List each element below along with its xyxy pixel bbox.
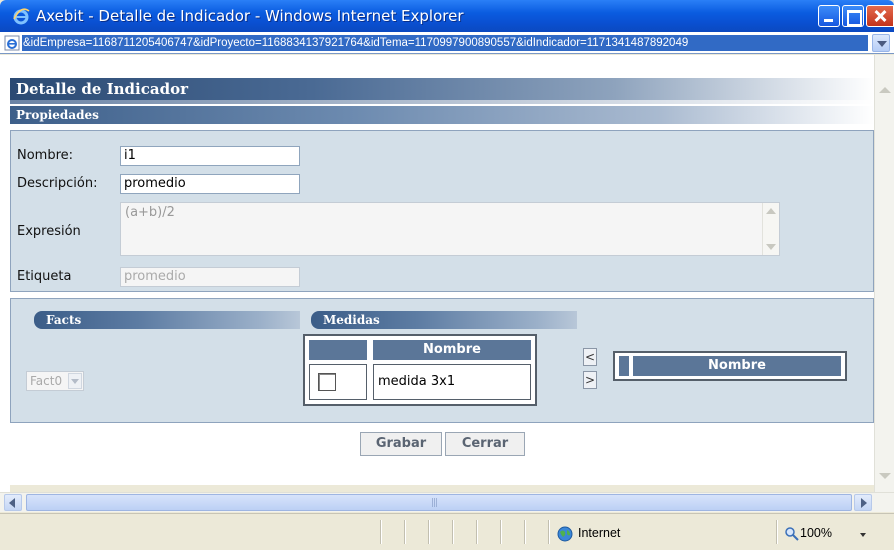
nombre-label: Nombre:: [17, 148, 74, 163]
properties-section-header: Propiedades: [10, 106, 874, 124]
page-title: Detalle de Indicador: [10, 78, 874, 100]
move-right-button[interactable]: >: [583, 371, 597, 389]
selected-table-check-column: [619, 356, 629, 376]
selected-table-header-nombre: Nombre: [633, 356, 841, 376]
status-separator: [404, 520, 405, 544]
internet-explorer-icon: [13, 8, 30, 25]
facts-header: Facts: [34, 311, 300, 329]
horizontal-scrollbar[interactable]: [0, 492, 894, 512]
scroll-up-icon[interactable]: [766, 208, 776, 214]
scroll-down-icon[interactable]: [879, 473, 891, 479]
scroll-down-icon[interactable]: [766, 244, 776, 250]
address-dropdown-button[interactable]: [872, 34, 890, 52]
grabar-button[interactable]: Grabar: [360, 432, 442, 456]
status-separator: [548, 520, 549, 544]
expresion-textarea[interactable]: (a+b)/2: [120, 202, 780, 256]
status-separator: [524, 520, 525, 544]
status-separator: [428, 520, 429, 544]
table-header-check-column: [309, 340, 367, 360]
etiqueta-label: Etiqueta: [17, 269, 72, 284]
medidas-header: Medidas: [311, 311, 577, 329]
page-content: Detalle de Indicador Propiedades Nombre:…: [10, 55, 874, 485]
page-icon: [4, 35, 20, 51]
chevron-down-icon[interactable]: [68, 373, 82, 389]
zoom-icon[interactable]: [784, 526, 800, 542]
browser-window: Axebit - Detalle de Indicador - Windows …: [0, 0, 894, 550]
fact-select-value: Fact0: [30, 374, 63, 388]
url-field[interactable]: &idEmpresa=1168711205406747&idProyecto=1…: [22, 35, 868, 51]
maximize-button[interactable]: [842, 5, 864, 27]
descripcion-input[interactable]: promedio: [120, 174, 300, 194]
descripcion-label: Descripción:: [17, 176, 98, 191]
page-title-underline: [10, 100, 874, 104]
properties-panel: Nombre: i1 Descripción: promedio Expresi…: [10, 130, 874, 292]
move-left-button[interactable]: <: [583, 348, 597, 366]
left-frame: [0, 55, 10, 492]
status-separator: [380, 520, 381, 544]
security-zone-label: Internet: [578, 526, 621, 540]
scroll-right-icon[interactable]: [854, 494, 872, 511]
globe-icon: [557, 526, 573, 542]
expresion-scrollbar[interactable]: [762, 203, 779, 255]
medida-checkbox[interactable]: [318, 373, 336, 391]
window-title: Axebit - Detalle de Indicador - Windows …: [36, 7, 464, 25]
status-separator: [452, 520, 453, 544]
scroll-up-icon[interactable]: [879, 87, 891, 93]
selected-medidas-table: Nombre: [613, 351, 847, 381]
vertical-scrollbar[interactable]: [874, 55, 894, 492]
medidas-table: Nombre medida 3x1: [303, 334, 537, 406]
status-bar: Internet 100%: [0, 513, 894, 550]
chevron-down-icon[interactable]: [860, 533, 866, 537]
table-row-name-cell: medida 3x1: [373, 364, 531, 400]
status-separator: [476, 520, 477, 544]
scrollbar-thumb[interactable]: [26, 494, 852, 511]
etiqueta-input[interactable]: promedio: [120, 267, 300, 287]
address-bar: &idEmpresa=1168711205406747&idProyecto=1…: [0, 32, 894, 54]
facts-medidas-panel: Facts Medidas Fact0 Nombre medida 3x1 < …: [10, 298, 874, 423]
status-separator: [500, 520, 501, 544]
cerrar-button[interactable]: Cerrar: [445, 432, 525, 456]
expresion-label: Expresión: [17, 224, 81, 239]
table-header-nombre: Nombre: [373, 340, 531, 360]
status-separator: [776, 520, 777, 544]
scroll-left-icon[interactable]: [4, 494, 22, 511]
minimize-button[interactable]: [818, 5, 840, 27]
nombre-input[interactable]: i1: [120, 146, 300, 166]
close-button[interactable]: [866, 5, 894, 27]
title-bar[interactable]: Axebit - Detalle de Indicador - Windows …: [0, 0, 894, 32]
fact-select[interactable]: Fact0: [26, 371, 84, 391]
expresion-value: (a+b)/2: [125, 205, 175, 220]
zoom-level[interactable]: 100%: [800, 526, 832, 540]
table-row-check-cell: [309, 364, 367, 400]
